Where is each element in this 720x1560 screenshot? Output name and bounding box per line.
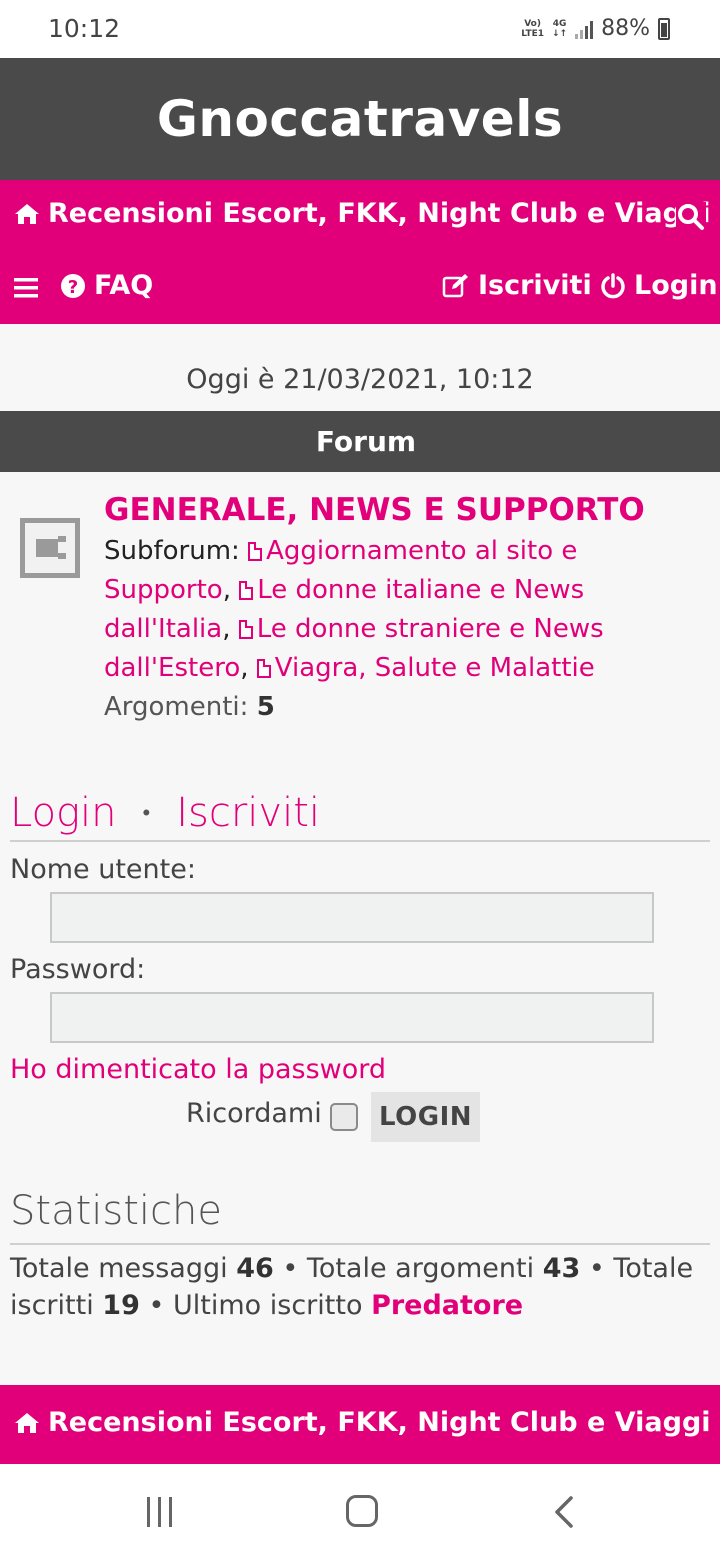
footer-breadcrumb[interactable]: Recensioni Escort, FKK, Night Club e Via…: [14, 1407, 720, 1438]
login-heading: Login • Iscriviti: [10, 786, 710, 842]
newest-member-link[interactable]: Predatore: [371, 1290, 523, 1321]
login-button[interactable]: LOGIN: [371, 1092, 480, 1142]
volte-top: Vo): [524, 18, 541, 29]
forum-subforums: Subforum: Aggiornamento al sito e Suppor…: [104, 532, 704, 688]
forum-list-header: Forum: [0, 411, 720, 472]
remember-label: Ricordami: [186, 1098, 322, 1129]
signal-icon: [575, 19, 594, 39]
stats-heading: Statistiche: [10, 1188, 710, 1245]
menu-icon[interactable]: [14, 277, 40, 299]
stats-body: Totale messaggi 46 • Totale argomenti 43…: [10, 1250, 710, 1324]
login-link[interactable]: Login: [10, 790, 117, 836]
nav-register[interactable]: Iscriviti: [442, 270, 592, 301]
network-arrows: ↓↑: [552, 28, 568, 39]
footer-breadcrumb-label: Recensioni Escort, FKK, Night Club e Via…: [48, 1407, 720, 1438]
volte-bottom: LTE1: [521, 28, 544, 39]
topics-total: 43: [542, 1253, 581, 1284]
topics-count: 5: [256, 692, 275, 722]
forum-title-link[interactable]: GENERALE, NEWS E SUPPORTO: [104, 488, 704, 532]
stats-sep: •: [282, 1253, 299, 1284]
newest-label: Ultimo iscritto: [173, 1290, 363, 1321]
posts-label: Totale messaggi: [10, 1253, 228, 1284]
current-date: Oggi è 21/03/2021, 10:12: [186, 364, 534, 395]
svg-text:?: ?: [68, 277, 78, 298]
forgot-password-link[interactable]: Ho dimenticato la password: [10, 1054, 386, 1085]
network-type: 4G: [552, 18, 567, 29]
battery-percent: 88%: [601, 16, 650, 41]
forum-read-icon: [20, 518, 80, 578]
subforum-link-label: Viagra, Salute e Malattie: [274, 653, 595, 683]
status-time: 10:12: [48, 14, 121, 43]
footer-navbar: Recensioni Escort, FKK, Night Club e Via…: [0, 1385, 720, 1464]
subforum-sep: ,: [222, 614, 231, 644]
nav-row: ? FAQ Iscriviti Login: [0, 270, 720, 306]
question-circle-icon: ?: [61, 273, 85, 298]
status-icons: Vo) LTE1 4G ↓↑ 88%: [521, 16, 670, 41]
document-icon: [238, 620, 253, 639]
nav-login-label: Login: [634, 270, 718, 301]
subforum-label: Subforum:: [104, 536, 240, 566]
nav-faq[interactable]: ? FAQ: [60, 270, 153, 301]
breadcrumb-label: Recensioni Escort, FKK, Night Club e Via…: [48, 198, 720, 229]
forum-body: GENERALE, NEWS E SUPPORTO Subforum: Aggi…: [104, 488, 704, 727]
volte-icon: Vo) LTE1: [521, 19, 544, 39]
navbar: Recensioni Escort, FKK, Night Club e Via…: [0, 180, 720, 324]
status-bar: 10:12 Vo) LTE1 4G ↓↑ 88%: [0, 0, 720, 58]
network-4g-icon: 4G ↓↑: [552, 19, 567, 39]
username-input[interactable]: [50, 892, 654, 943]
topics-label: Argomenti:: [104, 692, 249, 722]
home-button-icon[interactable]: [346, 1495, 378, 1527]
document-icon: [239, 581, 254, 600]
battery-icon: [658, 17, 670, 40]
posts-count: 46: [236, 1253, 274, 1284]
document-icon: [256, 659, 271, 678]
register-link[interactable]: Iscriviti: [176, 790, 320, 836]
site-header: Gnoccatravels: [0, 58, 720, 180]
system-nav-bar: [0, 1464, 720, 1560]
stats-sep: •: [148, 1290, 165, 1321]
topics-total-label: Totale argomenti: [306, 1253, 535, 1284]
edit-icon: [442, 273, 468, 297]
breadcrumb[interactable]: Recensioni Escort, FKK, Night Club e Via…: [14, 198, 720, 229]
nav-login[interactable]: Login: [600, 270, 718, 301]
subforum-sep: ,: [240, 653, 249, 683]
remember-checkbox[interactable]: [330, 1103, 358, 1131]
power-icon: [601, 272, 625, 298]
home-icon: [15, 1412, 39, 1433]
recent-apps-icon[interactable]: [147, 1497, 172, 1527]
nav-register-label: Iscriviti: [478, 270, 592, 301]
heading-separator: •: [142, 801, 151, 826]
username-label: Nome utente:: [10, 854, 196, 885]
stats-sep: •: [588, 1253, 605, 1284]
subforum-sep: ,: [222, 575, 231, 605]
subforum-link[interactable]: Viagra, Salute e Malattie: [256, 653, 595, 683]
password-label: Password:: [10, 954, 146, 985]
forum-topics: Argomenti: 5: [104, 688, 704, 727]
users-count: 19: [102, 1290, 140, 1321]
home-icon: [15, 203, 39, 224]
nav-faq-label: FAQ: [94, 270, 154, 301]
site-title[interactable]: Gnoccatravels: [0, 58, 720, 180]
document-icon: [248, 542, 263, 561]
password-input[interactable]: [50, 992, 654, 1043]
back-icon[interactable]: [553, 1495, 575, 1529]
search-icon[interactable]: [676, 202, 706, 232]
